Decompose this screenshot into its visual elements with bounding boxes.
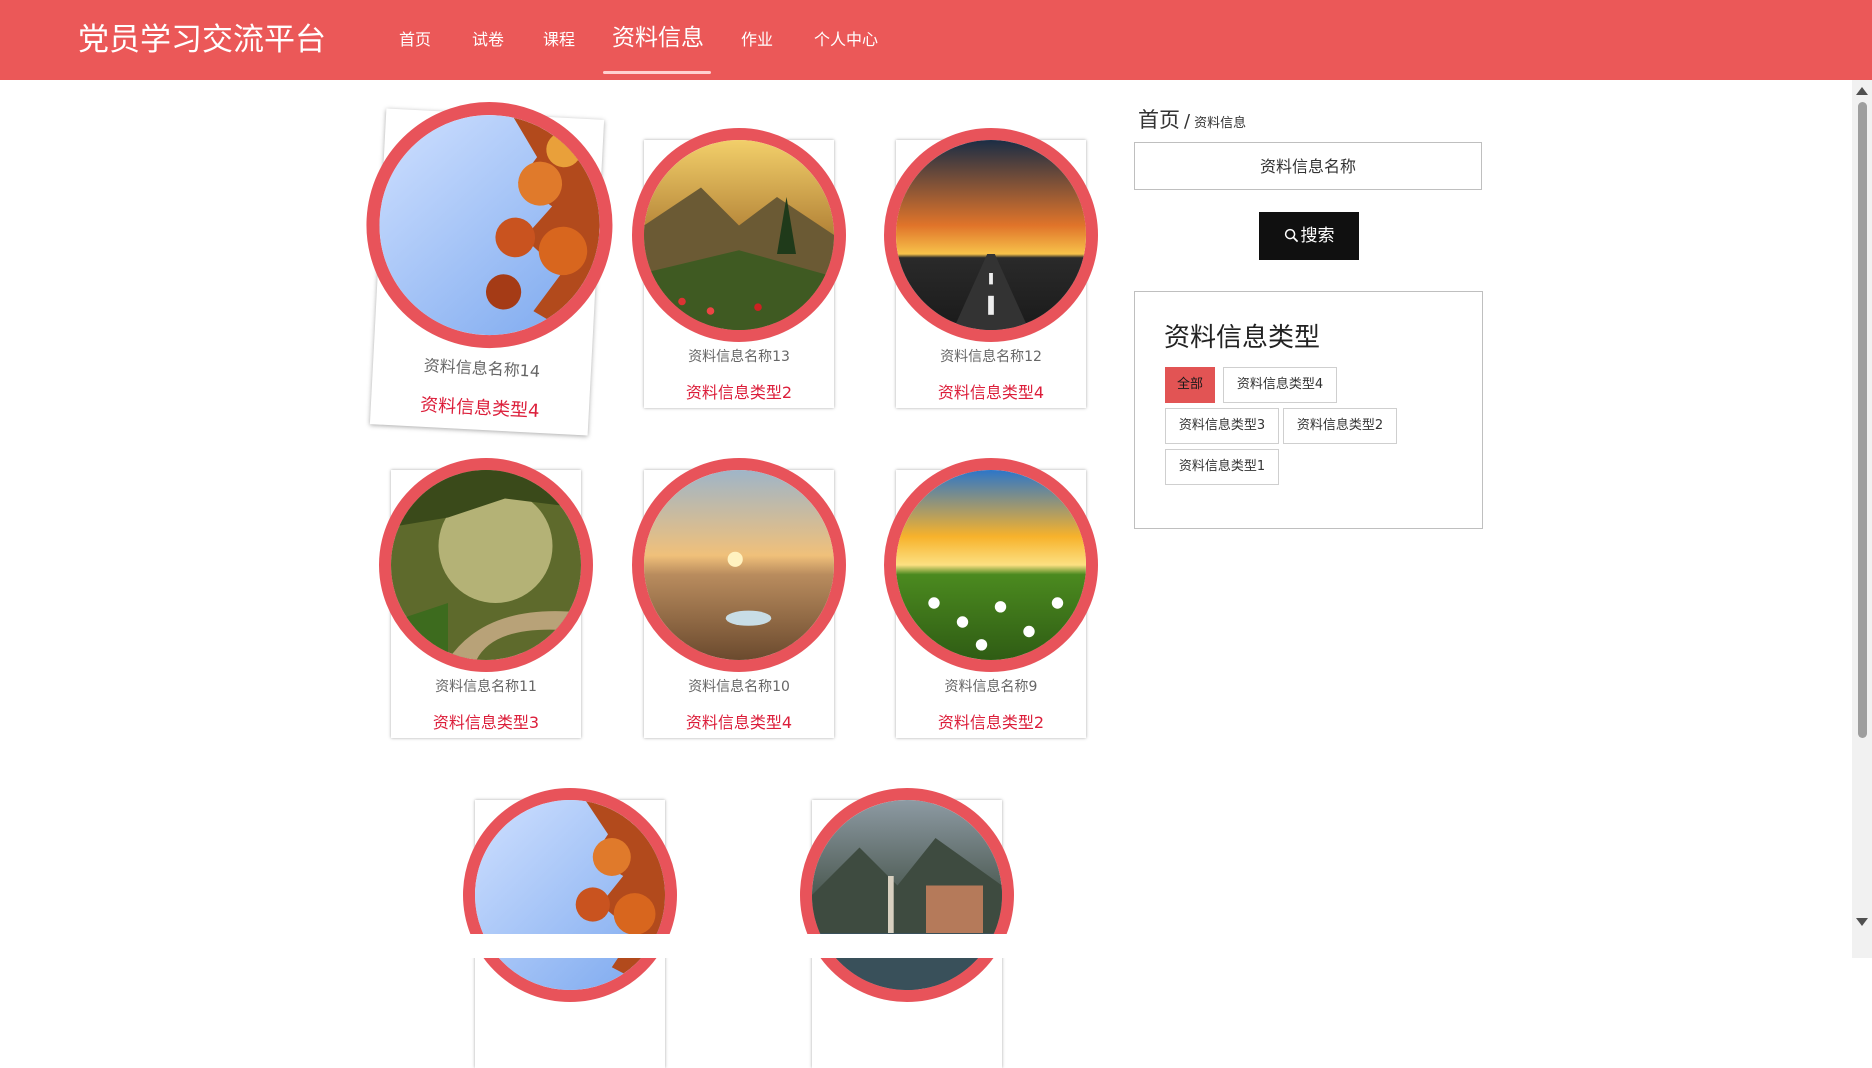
card-image[interactable] [884,128,1098,342]
breadcrumb: 首页 / 资料信息 [1138,104,1246,134]
card-type: 资料信息类型2 [685,383,793,402]
tag-all[interactable]: 全部 [1165,367,1215,403]
type-filter-title: 资料信息类型 [1164,323,1321,353]
card-type: 资料信息类型4 [419,394,541,422]
card-title: 资料信息名称14 [423,355,541,381]
card-title: 资料信息名称13 [688,349,790,365]
breadcrumb-current: 资料信息 [1194,116,1247,131]
card-title: 资料信息名称12 [940,349,1042,365]
breadcrumb-separator: / [1184,111,1191,132]
material-card[interactable]: 资料信息名称10 资料信息类型4 [632,458,846,738]
nav-homework[interactable]: 作业 [741,29,773,51]
card-image[interactable] [379,458,593,672]
card-title: 资料信息名称11 [435,679,537,695]
nav-courses[interactable]: 课程 [543,29,575,51]
search-button-label: 搜索 [1300,226,1335,246]
card-type: 资料信息类型4 [937,383,1045,402]
search-input[interactable] [1134,142,1482,190]
material-card[interactable]: 资料信息名称9 资料信息类型2 [884,458,1098,738]
card-image[interactable] [463,788,677,1002]
card-image[interactable] [632,458,846,672]
card-type: 资料信息类型4 [685,713,793,732]
card-image[interactable] [360,95,619,355]
nav-exams[interactable]: 试卷 [472,29,504,51]
search-icon [1284,214,1299,262]
nav-materials[interactable]: 资料信息 [612,23,704,53]
tag-type-1[interactable]: 资料信息类型1 [1165,449,1279,485]
material-card[interactable]: 资料信息名称11 资料信息类型3 [379,458,593,738]
bottom-edge [0,934,1852,958]
card-title: 资料信息名称9 [944,679,1038,695]
material-card[interactable]: 资料信息名称12 资料信息类型4 [884,128,1098,408]
tag-type-2[interactable]: 资料信息类型2 [1283,408,1397,444]
nav-active-indicator [603,71,711,74]
card-image[interactable] [884,458,1098,672]
card-type: 资料信息类型3 [432,713,540,732]
breadcrumb-home[interactable]: 首页 [1138,108,1180,132]
top-navbar: 党员学习交流平台 首页 试卷 课程 资料信息 作业 个人中心 [0,0,1872,80]
card-image[interactable] [632,128,846,342]
card-type: 资料信息类型2 [937,713,1045,732]
tag-type-3[interactable]: 资料信息类型3 [1165,408,1279,444]
card-title: 资料信息名称10 [688,679,790,695]
search-button[interactable]: 搜索 [1259,212,1359,260]
nav-profile[interactable]: 个人中心 [814,29,878,51]
card-image[interactable] [800,788,1014,1002]
scrollbar-thumb[interactable] [1858,102,1867,738]
material-card[interactable]: 资料信息名称14 资料信息类型4 [360,95,619,436]
nav-home[interactable]: 首页 [399,29,431,51]
material-card[interactable]: 资料信息名称13 资料信息类型2 [632,128,846,408]
scroll-down-arrow-icon[interactable] [1856,918,1868,926]
site-brand[interactable]: 党员学习交流平台 [78,18,326,62]
scroll-up-arrow-icon[interactable] [1856,87,1868,95]
type-filter-panel: 资料信息类型 全部 资料信息类型4 资料信息类型3 资料信息类型2 资料信息类型… [1134,291,1483,529]
tag-type-4[interactable]: 资料信息类型4 [1223,367,1337,403]
